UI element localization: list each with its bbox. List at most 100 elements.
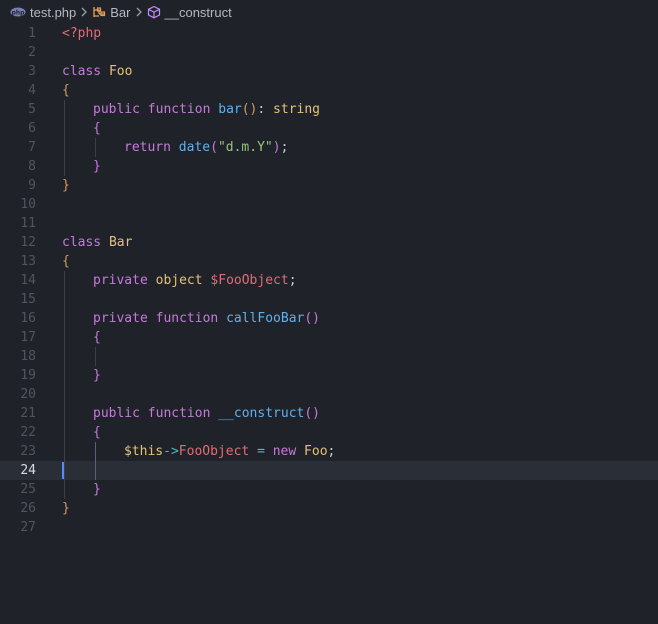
code-token: ; bbox=[280, 140, 289, 155]
code-token: } bbox=[62, 178, 70, 193]
line-number: 15 bbox=[20, 292, 36, 307]
line-number: 6 bbox=[28, 121, 36, 136]
code-line[interactable]: 15 bbox=[0, 290, 658, 309]
code-token: } bbox=[62, 501, 70, 516]
breadcrumb-file[interactable]: php test.php bbox=[10, 5, 76, 20]
method-cube-icon bbox=[147, 5, 161, 19]
code-token: Bar bbox=[108, 235, 133, 250]
code-text: $this->FooObject = new Foo; bbox=[124, 442, 335, 461]
code-token: class bbox=[62, 235, 109, 250]
line-number: 12 bbox=[20, 235, 36, 250]
code-line[interactable]: 21 public function __construct() bbox=[0, 404, 658, 423]
code-token: object bbox=[155, 273, 211, 288]
code-line[interactable]: 18 bbox=[0, 347, 658, 366]
line-number: 22 bbox=[20, 425, 36, 440]
code-text: class Foo bbox=[62, 62, 132, 81]
code-text: } bbox=[93, 157, 101, 176]
code-text: } bbox=[62, 499, 70, 518]
code-token: $FooObject bbox=[210, 273, 289, 288]
line-number: 27 bbox=[20, 520, 36, 535]
indent-guide bbox=[95, 442, 96, 480]
line-number: 26 bbox=[20, 501, 36, 516]
line-number: 17 bbox=[20, 330, 36, 345]
code-editor[interactable]: 1 <?php 2 3 class Foo 4{5 public function bar(… bbox=[0, 24, 658, 624]
line-number: 21 bbox=[20, 406, 36, 421]
code-token: bar bbox=[218, 102, 242, 117]
code-text: { bbox=[62, 252, 70, 271]
code-line[interactable]: 16 private function callFooBar() bbox=[0, 309, 658, 328]
code-line[interactable]: 26} bbox=[0, 499, 658, 518]
code-token: function bbox=[147, 102, 219, 117]
code-token: } bbox=[93, 482, 101, 497]
code-line[interactable]: 12 class Bar bbox=[0, 233, 658, 252]
code-line[interactable]: 14 private object $FooObject; bbox=[0, 271, 658, 290]
breadcrumb-class[interactable]: Bar bbox=[92, 4, 131, 20]
code-line[interactable]: 1 <?php bbox=[0, 24, 658, 43]
chevron-right-icon bbox=[80, 5, 88, 20]
code-line[interactable]: 7 return date("d.m.Y"); bbox=[0, 138, 658, 157]
code-line[interactable]: 23 $this->FooObject = new Foo; bbox=[0, 442, 658, 461]
code-token: private bbox=[93, 273, 156, 288]
code-line[interactable]: 5 public function bar(): string bbox=[0, 100, 658, 119]
code-token: { bbox=[62, 83, 70, 98]
svg-text:php: php bbox=[12, 9, 26, 16]
line-number: 23 bbox=[20, 444, 36, 459]
code-token: date bbox=[178, 140, 211, 155]
code-line[interactable]: 4{ bbox=[0, 81, 658, 100]
code-line[interactable]: 24 bbox=[0, 461, 658, 480]
code-text: { bbox=[62, 81, 70, 100]
chevron-right-icon bbox=[135, 5, 143, 20]
breadcrumb-method-label: __construct bbox=[164, 4, 232, 20]
code-line[interactable]: 22 { bbox=[0, 423, 658, 442]
code-token: } bbox=[93, 159, 101, 174]
code-text: return date("d.m.Y"); bbox=[124, 138, 288, 157]
code-line[interactable]: 6{ bbox=[0, 119, 658, 138]
indent-guide bbox=[64, 271, 65, 499]
code-line[interactable]: 3 class Foo bbox=[0, 62, 658, 81]
line-number: 18 bbox=[20, 349, 36, 364]
code-token: private bbox=[93, 311, 156, 326]
indent-guide bbox=[95, 347, 96, 366]
code-text: <?php bbox=[62, 24, 101, 43]
code-token: Foo bbox=[108, 64, 133, 79]
breadcrumb-method[interactable]: __construct bbox=[147, 5, 232, 20]
code-token: -> bbox=[163, 444, 179, 459]
breadcrumb-class-label: Bar bbox=[110, 4, 131, 20]
code-text: public function bar(): string bbox=[93, 100, 320, 119]
code-line[interactable]: 11 bbox=[0, 214, 658, 233]
indent-guide bbox=[95, 138, 96, 157]
code-line[interactable]: 10 bbox=[0, 195, 658, 214]
code-text: { bbox=[93, 119, 101, 138]
breadcrumb: php test.php Bar __construct bbox=[0, 0, 658, 24]
code-token: public bbox=[93, 406, 148, 421]
code-text: public function __construct() bbox=[93, 404, 320, 423]
code-text: } bbox=[62, 176, 70, 195]
line-number: 7 bbox=[28, 140, 36, 155]
code-token: Foo bbox=[304, 444, 328, 459]
code-token: $this bbox=[124, 444, 164, 459]
code-line[interactable]: 9} bbox=[0, 176, 658, 195]
code-line[interactable]: 19} bbox=[0, 366, 658, 385]
text-cursor bbox=[62, 462, 64, 479]
code-line[interactable]: 8} bbox=[0, 157, 658, 176]
code-token: { bbox=[62, 254, 70, 269]
code-line[interactable]: 17 { bbox=[0, 328, 658, 347]
code-token: callFooBar bbox=[226, 311, 305, 326]
code-line[interactable]: 27 bbox=[0, 518, 658, 537]
code-line[interactable]: 2 bbox=[0, 43, 658, 62]
line-number: 2 bbox=[28, 45, 36, 60]
line-number: 5 bbox=[28, 102, 36, 117]
code-token: string bbox=[273, 102, 321, 117]
code-token: ; bbox=[288, 273, 297, 288]
breadcrumb-file-label: test.php bbox=[30, 4, 77, 20]
code-token: public bbox=[93, 102, 148, 117]
code-line[interactable]: 20 bbox=[0, 385, 658, 404]
code-token: = bbox=[249, 444, 273, 459]
code-line[interactable]: 13 { bbox=[0, 252, 658, 271]
code-token: { bbox=[93, 330, 101, 345]
code-line[interactable]: 25} bbox=[0, 480, 658, 499]
code-text: { bbox=[93, 423, 101, 442]
code-text: private function callFooBar() bbox=[93, 309, 320, 328]
indent-guide bbox=[64, 100, 65, 176]
line-number: 16 bbox=[20, 311, 36, 326]
